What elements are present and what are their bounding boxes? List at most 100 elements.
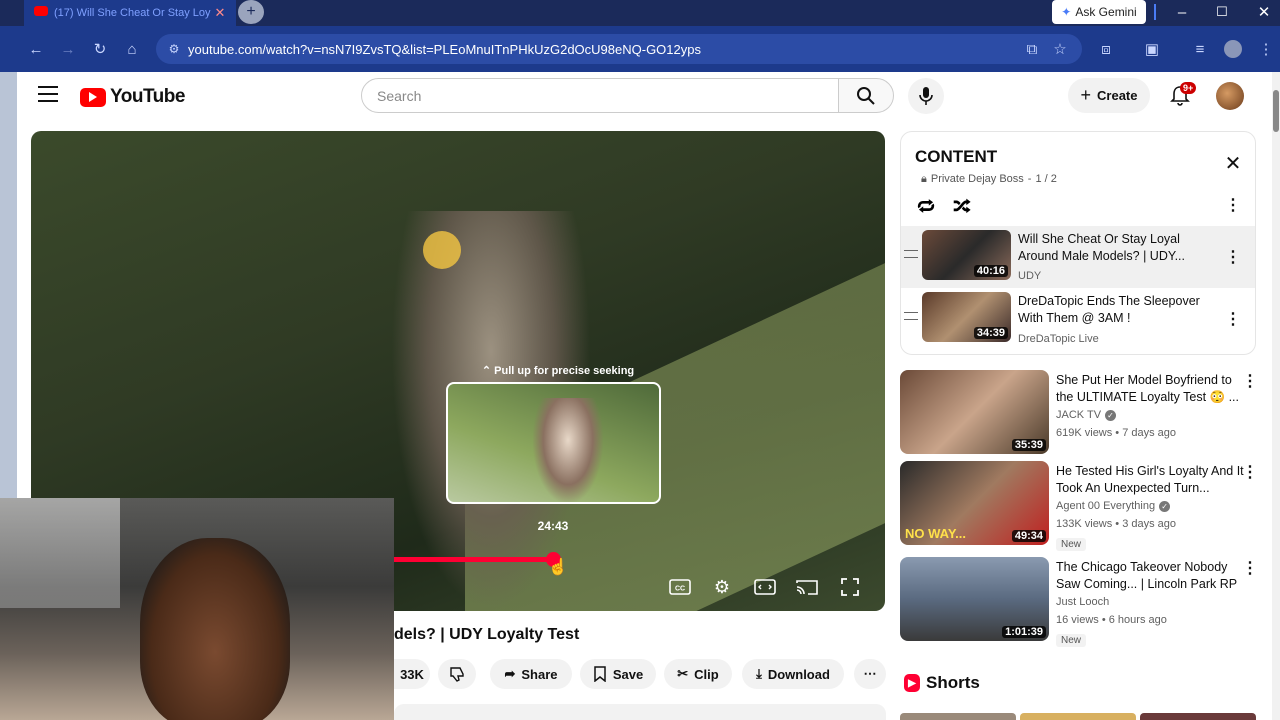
cast-button[interactable] bbox=[793, 575, 821, 599]
search-icon bbox=[857, 86, 875, 105]
close-playlist-button[interactable]: ✕ bbox=[1222, 152, 1244, 175]
settings-button[interactable]: ⚙ bbox=[708, 575, 736, 599]
short-thumbnail[interactable] bbox=[1020, 713, 1136, 720]
back-icon[interactable]: ← bbox=[24, 37, 48, 61]
account-avatar[interactable] bbox=[1216, 82, 1244, 110]
clip-label: Clip bbox=[694, 666, 719, 682]
chevron-up-icon: ⌃ bbox=[481, 365, 495, 377]
playlist-item[interactable]: 34:39 DreDaTopic Ends The Sleepover With… bbox=[901, 288, 1255, 350]
site-info-icon[interactable]: ⚙ bbox=[162, 37, 186, 61]
channel-label: Agent 00 Everything bbox=[1056, 500, 1156, 512]
duration: 34:39 bbox=[973, 327, 1008, 339]
short-thumbnail[interactable] bbox=[1140, 713, 1256, 720]
duration: 35:39 bbox=[1011, 439, 1046, 451]
theater-mode-button[interactable] bbox=[751, 575, 779, 599]
description-box[interactable] bbox=[394, 704, 886, 720]
drag-handle-icon[interactable] bbox=[904, 250, 918, 258]
video-menu-icon[interactable]: ⋮ bbox=[1242, 559, 1258, 577]
close-tab-icon[interactable]: ✕ bbox=[208, 1, 232, 25]
thumbnail-text: NO WAY... bbox=[905, 526, 966, 541]
shorts-heading: ▶ Shorts bbox=[904, 673, 980, 693]
search-input[interactable]: Search bbox=[361, 78, 839, 113]
close-icon: ✕ bbox=[1224, 152, 1242, 175]
download-label: Download bbox=[767, 666, 830, 682]
fullscreen-icon bbox=[841, 578, 859, 596]
lock-icon: 🔒︎ bbox=[921, 173, 927, 185]
fullscreen-button[interactable] bbox=[836, 575, 864, 599]
share-icon: ➦ bbox=[504, 666, 516, 681]
recommended-video[interactable]: 1:01:39 The Chicago Takeover Nobody Saw … bbox=[900, 557, 1258, 647]
recommended-video[interactable]: NO WAY... 49:34 He Tested His Girl's Loy… bbox=[900, 461, 1258, 551]
playlist-title: CONTENT bbox=[915, 147, 998, 166]
youtube-logo[interactable]: YouTube bbox=[80, 86, 185, 108]
bookmark-star-icon[interactable]: ☆ bbox=[1048, 37, 1072, 61]
playlist-item-channel: UDY bbox=[1018, 270, 1042, 282]
save-label: Save bbox=[612, 666, 644, 682]
profile-icon[interactable] bbox=[1224, 40, 1242, 58]
channel-name: JACK TV ✓ bbox=[1056, 409, 1117, 421]
youtube-favicon-icon bbox=[34, 6, 48, 16]
home-icon[interactable]: ⌂ bbox=[120, 37, 144, 61]
download-button[interactable]: ⤓ Download bbox=[742, 659, 844, 689]
logo-text: YouTube bbox=[110, 86, 185, 107]
clip-button[interactable]: ✂ Clip bbox=[664, 659, 732, 689]
scrollbar-thumb[interactable] bbox=[1273, 90, 1279, 132]
dislike-button[interactable] bbox=[438, 659, 476, 689]
sparkle-icon: ✦ bbox=[1061, 5, 1072, 19]
reading-list-icon[interactable]: ≡ bbox=[1188, 37, 1212, 61]
shuffle-button[interactable]: 🔀︎ bbox=[950, 193, 974, 217]
extensions-icon[interactable]: ⧈ bbox=[1094, 37, 1118, 61]
voice-search-button[interactable] bbox=[908, 78, 944, 114]
minimize-window-icon[interactable]: – bbox=[1170, 0, 1194, 24]
more-actions-button[interactable]: ⋯ bbox=[854, 659, 886, 689]
item-menu-icon[interactable]: ⋮ bbox=[1225, 310, 1241, 328]
video-title: The Chicago Takeover Nobody Saw Coming..… bbox=[1056, 560, 1238, 591]
drag-handle-icon[interactable] bbox=[904, 312, 918, 320]
forward-icon[interactable]: → bbox=[56, 37, 80, 61]
duration: 1:01:39 bbox=[1002, 626, 1046, 638]
video-menu-icon[interactable]: ⋮ bbox=[1242, 463, 1258, 481]
streamer-face bbox=[140, 538, 290, 720]
browser-tab[interactable]: (17) Will She Cheat Or Stay Loy bbox=[24, 0, 236, 26]
captions-button[interactable]: CC bbox=[666, 575, 694, 599]
scissors-icon: ✂ bbox=[677, 666, 689, 681]
video-menu-icon[interactable]: ⋮ bbox=[1242, 372, 1258, 390]
save-button[interactable]: Save bbox=[580, 659, 656, 689]
playlist-menu-icon[interactable]: ⋮ bbox=[1225, 196, 1241, 214]
channel-label: Just Looch bbox=[1056, 596, 1110, 608]
install-app-icon[interactable]: ⧉ bbox=[1020, 37, 1044, 61]
close-window-icon[interactable]: ✕ bbox=[1252, 0, 1276, 24]
thumbs-down-icon bbox=[450, 667, 464, 682]
duration: 49:34 bbox=[1011, 530, 1046, 542]
item-menu-icon[interactable]: ⋮ bbox=[1225, 248, 1241, 266]
media-icon[interactable]: ▣ bbox=[1140, 37, 1164, 61]
share-label: Share bbox=[521, 666, 558, 682]
new-tab-button[interactable]: + bbox=[238, 0, 264, 24]
verified-icon: ✓ bbox=[1105, 409, 1117, 421]
loop-button[interactable]: 🔁︎ bbox=[914, 193, 938, 217]
create-button[interactable]: + Create bbox=[1068, 78, 1150, 113]
short-thumbnail[interactable] bbox=[900, 713, 1016, 720]
maximize-window-icon[interactable]: ☐ bbox=[1210, 0, 1234, 24]
share-button[interactable]: ➦ Share bbox=[490, 659, 572, 689]
plus-icon: + bbox=[1080, 85, 1092, 105]
page-scrollbar[interactable] bbox=[1272, 72, 1280, 720]
search-button[interactable] bbox=[838, 78, 894, 113]
recommended-video[interactable]: 35:39 She Put Her Model Boyfriend to the… bbox=[900, 370, 1258, 456]
video-meta: 619K views • 7 days ago bbox=[1056, 427, 1177, 439]
more-horizontal-icon: ⋯ bbox=[863, 666, 877, 681]
ask-gemini-button[interactable]: ✦ Ask Gemini bbox=[1052, 0, 1146, 24]
like-count[interactable]: 33K bbox=[394, 659, 430, 689]
playlist-position: 1 / 2 bbox=[1035, 173, 1057, 185]
progress-bar[interactable] bbox=[394, 557, 554, 562]
mouse-cursor-icon: ☝ bbox=[548, 559, 568, 576]
address-bar[interactable]: youtube.com/watch?v=nsN7I9ZvsTQ&list=PLE… bbox=[156, 34, 1082, 64]
emoji-blur-icon bbox=[423, 231, 461, 269]
shorts-label: Shorts bbox=[926, 673, 980, 692]
playlist-item[interactable]: 40:16 Will She Cheat Or Stay Loyal Aroun… bbox=[901, 226, 1255, 288]
menu-icon[interactable] bbox=[38, 86, 58, 102]
captions-icon: CC bbox=[669, 579, 691, 595]
reload-icon[interactable]: ↻ bbox=[88, 37, 112, 61]
browser-menu-icon[interactable]: ⋮ bbox=[1254, 37, 1278, 61]
video-meta: 16 views • 6 hours ago bbox=[1056, 614, 1167, 626]
